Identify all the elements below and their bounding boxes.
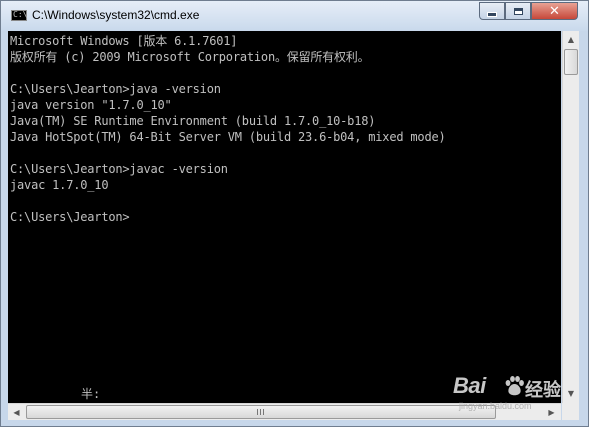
grip-icon xyxy=(257,409,265,415)
console-output[interactable]: Microsoft Windows [版本 6.1.7601] 版权所有 (c)… xyxy=(8,31,561,403)
close-button[interactable]: ✕ xyxy=(531,2,578,20)
watermark-brand: Bai xyxy=(453,373,486,398)
cmd-app-icon[interactable]: C:\ xyxy=(11,10,27,21)
console-line: Microsoft Windows [版本 6.1.7601] xyxy=(10,34,238,48)
watermark-suffix: 经验 xyxy=(525,380,561,400)
console-line: Java HotSpot(TM) 64-Bit Server VM (build… xyxy=(10,130,446,144)
console-line: 版权所有 (c) 2009 Microsoft Corporation。保留所有… xyxy=(10,50,370,64)
watermark-url: jingyan.baidu.com xyxy=(459,401,532,411)
console-prompt: C:\Users\Jearton> xyxy=(10,210,130,224)
console-line: java version "1.7.0_10" xyxy=(10,98,172,112)
console-line: C:\Users\Jearton>java -version xyxy=(10,82,221,96)
window-title: C:\Windows\system32\cmd.exe xyxy=(32,8,200,22)
console-line: javac 1.7.0_10 xyxy=(10,178,109,192)
title-bar[interactable]: C:\ C:\Windows\system32\cmd.exe ✕ xyxy=(1,1,588,31)
minimize-button[interactable] xyxy=(479,2,505,20)
maximize-icon xyxy=(513,7,523,15)
scroll-left-arrow-icon[interactable]: ◀ xyxy=(8,404,25,420)
minimize-icon xyxy=(487,11,497,17)
vertical-scrollbar[interactable]: ▲ ▼ xyxy=(562,31,579,403)
baidu-paw-icon xyxy=(505,376,524,396)
console-text: Microsoft Windows [版本 6.1.7601] 版权所有 (c)… xyxy=(8,31,561,225)
console-line: C:\Users\Jearton>javac -version xyxy=(10,162,228,176)
scroll-up-arrow-icon[interactable]: ▲ xyxy=(563,31,579,48)
cmd-window: C:\ C:\Windows\system32\cmd.exe ✕ Micros… xyxy=(0,0,589,427)
maximize-button[interactable] xyxy=(505,2,531,20)
vertical-scroll-thumb[interactable] xyxy=(564,49,578,75)
horizontal-scroll-thumb[interactable] xyxy=(26,405,496,419)
ime-status-indicator: 半: xyxy=(81,387,101,401)
app-icon-label: C:\ xyxy=(13,10,28,19)
console-line: Java(TM) SE Runtime Environment (build 1… xyxy=(10,114,376,128)
baidu-jingyan-watermark: Bai 经验 jingyan.baidu.com xyxy=(453,371,573,415)
close-icon: ✕ xyxy=(549,3,560,19)
